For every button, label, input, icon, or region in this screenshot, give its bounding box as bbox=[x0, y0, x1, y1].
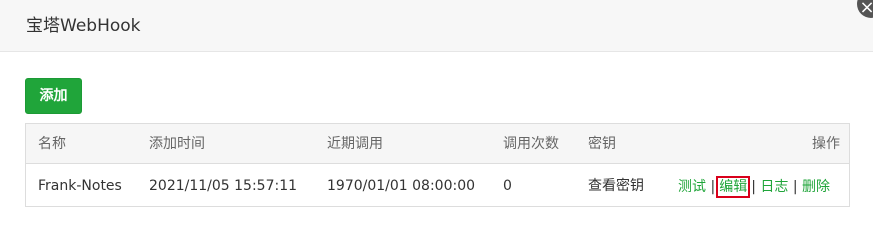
row-last-called: 1970/01/01 08:00:00 bbox=[327, 178, 476, 194]
separator: | bbox=[792, 179, 798, 195]
close-button[interactable]: × bbox=[857, 0, 873, 18]
row-call-count: 0 bbox=[503, 178, 512, 194]
header-name: 名称 bbox=[38, 136, 66, 152]
header-key: 密钥 bbox=[588, 136, 616, 152]
log-link[interactable]: 日志 bbox=[760, 179, 788, 195]
dialog-title: 宝塔WebHook bbox=[26, 16, 141, 36]
dialog-header: 宝塔WebHook bbox=[0, 0, 873, 52]
edit-link[interactable]: 编辑 bbox=[719, 179, 747, 195]
header-call-count: 调用次数 bbox=[503, 136, 559, 152]
view-key-link[interactable]: 查看密钥 bbox=[588, 176, 644, 196]
row-name: Frank-Notes bbox=[38, 178, 122, 194]
row-actions: 测试 | 编辑 | 日志 | 删除 bbox=[678, 176, 830, 198]
edit-link-highlight[interactable]: 编辑 bbox=[716, 176, 751, 198]
row-added-time: 2021/11/05 15:57:11 bbox=[149, 178, 298, 194]
test-link[interactable]: 测试 bbox=[678, 179, 706, 195]
table-header: 名称 添加时间 近期调用 调用次数 密钥 操作 bbox=[26, 124, 849, 164]
close-icon: × bbox=[859, 0, 873, 18]
header-added-time: 添加时间 bbox=[149, 136, 205, 152]
separator: | bbox=[751, 179, 756, 195]
delete-link[interactable]: 删除 bbox=[802, 179, 830, 195]
header-last-called: 近期调用 bbox=[327, 136, 383, 152]
header-actions: 操作 bbox=[812, 136, 840, 152]
webhook-table: 名称 添加时间 近期调用 调用次数 密钥 操作 Frank-Notes 2021… bbox=[25, 123, 850, 207]
add-button[interactable]: 添加 bbox=[25, 78, 82, 114]
separator: | bbox=[710, 179, 716, 195]
